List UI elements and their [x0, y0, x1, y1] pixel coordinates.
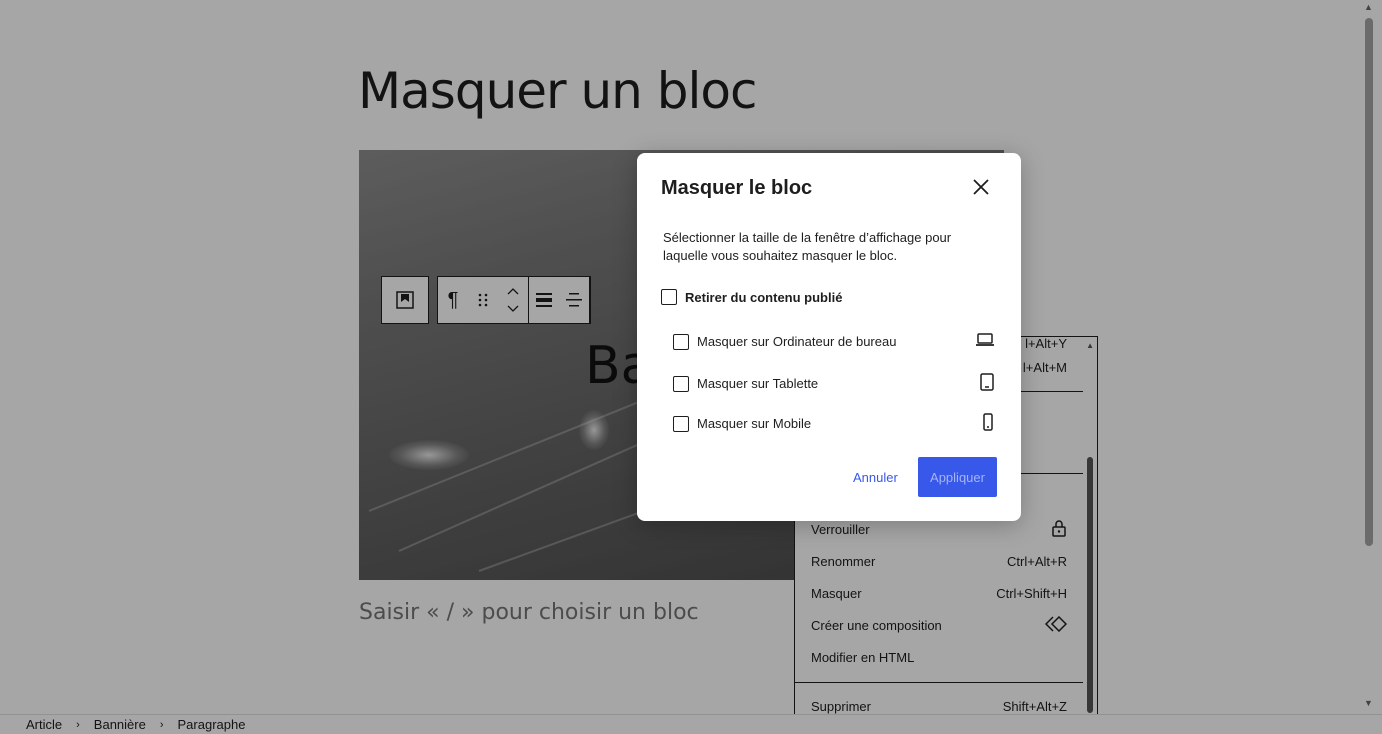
checkbox-label: Retirer du contenu publié: [685, 289, 843, 305]
hide-mobile-row[interactable]: Masquer sur Mobile: [673, 413, 995, 434]
tablet-icon: [979, 373, 995, 394]
hide-desktop-checkbox[interactable]: [673, 333, 689, 350]
remove-from-published-checkbox-row[interactable]: Retirer du contenu publié: [661, 289, 842, 305]
scroll-up-arrow-icon[interactable]: ▲: [1364, 2, 1373, 12]
checkbox-label: Masquer sur Mobile: [697, 416, 812, 431]
hide-desktop-row[interactable]: Masquer sur Ordinateur de bureau: [673, 333, 995, 350]
close-icon: [971, 177, 991, 202]
hide-tablet-row[interactable]: Masquer sur Tablette: [673, 373, 995, 394]
scroll-down-arrow-icon[interactable]: ▼: [1364, 698, 1373, 708]
checkbox-label: Masquer sur Tablette: [697, 376, 819, 391]
hide-tablet-checkbox[interactable]: [673, 375, 689, 392]
checkbox-label: Masquer sur Ordinateur de bureau: [697, 334, 897, 349]
modal-title: Masquer le bloc: [661, 177, 813, 199]
apply-button[interactable]: Appliquer: [918, 457, 997, 497]
modal-description: Sélectionner la taille de la fenêtre d’a…: [663, 230, 952, 263]
cancel-button[interactable]: Annuler: [843, 457, 908, 497]
desktop-icon: [975, 333, 995, 350]
hide-mobile-checkbox[interactable]: [673, 415, 689, 432]
close-button[interactable]: [967, 175, 995, 203]
hide-block-modal: Masquer le bloc Sélectionner la taille d…: [637, 153, 1021, 521]
remove-from-published-checkbox[interactable]: [661, 289, 677, 305]
page-scrollbar[interactable]: [1365, 18, 1373, 546]
mobile-icon: [981, 413, 995, 434]
